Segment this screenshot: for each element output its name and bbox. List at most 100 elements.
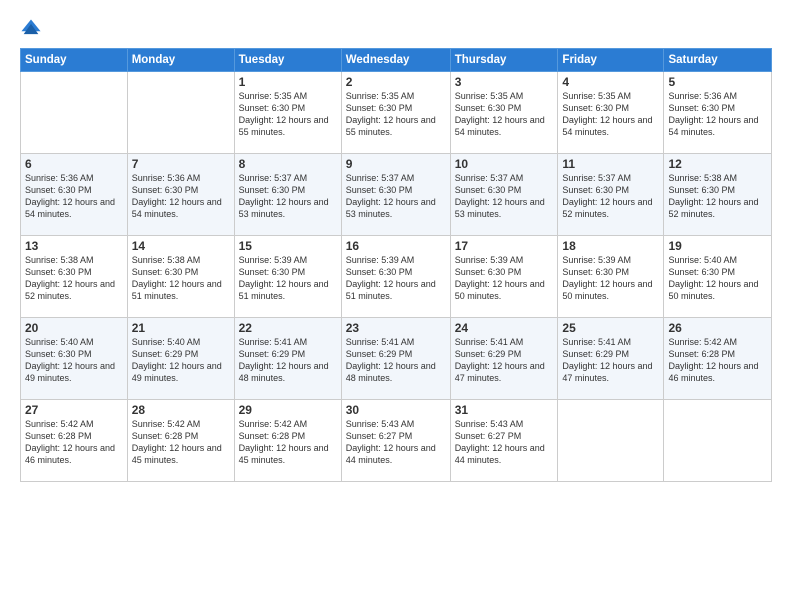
calendar-cell: 9 Sunrise: 5:37 AM Sunset: 6:30 PM Daylig…: [341, 154, 450, 236]
calendar-cell: 12 Sunrise: 5:38 AM Sunset: 6:30 PM Dayli…: [664, 154, 772, 236]
calendar-week-3: 13Sunrise: 5:38 AM Sunset: 6:30 PM Dayli…: [21, 236, 772, 318]
day-detail: Sunrise: 5:37 AM Sunset: 6:30 PM Dayligh…: [239, 173, 329, 219]
calendar-cell: 6 Sunrise: 5:36 AM Sunset: 6:30 PM Daylig…: [21, 154, 128, 236]
calendar-cell: 8Sunrise: 5:37 AM Sunset: 6:30 PM Daylig…: [234, 154, 341, 236]
day-detail: Sunrise: 5:38 AM Sunset: 6:30 PM Dayligh…: [668, 173, 758, 219]
calendar-cell: 7 Sunrise: 5:36 AM Sunset: 6:30 PM Daylig…: [127, 154, 234, 236]
day-detail: Sunrise: 5:42 AM Sunset: 6:28 PM Dayligh…: [668, 337, 758, 383]
calendar-cell: 15 Sunrise: 5:39 AM Sunset: 6:30 PM Dayli…: [234, 236, 341, 318]
day-detail: Sunrise: 5:36 AM Sunset: 6:30 PM Dayligh…: [668, 91, 758, 137]
day-detail: Sunrise: 5:41 AM Sunset: 6:29 PM Dayligh…: [562, 337, 652, 383]
calendar-cell: 1 Sunrise: 5:35 AM Sunset: 6:30 PM Daylig…: [234, 72, 341, 154]
day-number: 21: [132, 321, 230, 335]
day-number: 24: [455, 321, 554, 335]
calendar-cell: 26 Sunrise: 5:42 AM Sunset: 6:28 PM Dayli…: [664, 318, 772, 400]
day-detail: Sunrise: 5:35 AM Sunset: 6:30 PM Dayligh…: [239, 91, 329, 137]
calendar-cell: 16 Sunrise: 5:39 AM Sunset: 6:30 PM Dayli…: [341, 236, 450, 318]
day-detail: Sunrise: 5:39 AM Sunset: 6:30 PM Dayligh…: [562, 255, 652, 301]
day-detail: Sunrise: 5:41 AM Sunset: 6:29 PM Dayligh…: [346, 337, 436, 383]
calendar-table: SundayMondayTuesdayWednesdayThursdayFrid…: [20, 48, 772, 482]
day-detail: Sunrise: 5:36 AM Sunset: 6:30 PM Dayligh…: [25, 173, 115, 219]
calendar-cell: 23 Sunrise: 5:41 AM Sunset: 6:29 PM Dayli…: [341, 318, 450, 400]
day-detail: Sunrise: 5:40 AM Sunset: 6:30 PM Dayligh…: [25, 337, 115, 383]
day-detail: Sunrise: 5:40 AM Sunset: 6:30 PM Dayligh…: [668, 255, 758, 301]
day-detail: Sunrise: 5:39 AM Sunset: 6:30 PM Dayligh…: [455, 255, 545, 301]
day-detail: Sunrise: 5:41 AM Sunset: 6:29 PM Dayligh…: [455, 337, 545, 383]
day-number: 6: [25, 157, 123, 171]
day-detail: Sunrise: 5:39 AM Sunset: 6:30 PM Dayligh…: [346, 255, 436, 301]
day-number: 11: [562, 157, 659, 171]
day-detail: Sunrise: 5:41 AM Sunset: 6:29 PM Dayligh…: [239, 337, 329, 383]
calendar-week-2: 6 Sunrise: 5:36 AM Sunset: 6:30 PM Daylig…: [21, 154, 772, 236]
calendar-week-4: 20 Sunrise: 5:40 AM Sunset: 6:30 PM Dayli…: [21, 318, 772, 400]
day-detail: Sunrise: 5:35 AM Sunset: 6:30 PM Dayligh…: [562, 91, 652, 137]
calendar-cell: 28 Sunrise: 5:42 AM Sunset: 6:28 PM Dayli…: [127, 400, 234, 482]
day-number: 16: [346, 239, 446, 253]
day-detail: Sunrise: 5:42 AM Sunset: 6:28 PM Dayligh…: [25, 419, 115, 465]
weekday-header-monday: Monday: [127, 49, 234, 72]
calendar-cell: 22 Sunrise: 5:41 AM Sunset: 6:29 PM Dayli…: [234, 318, 341, 400]
calendar-cell: 13Sunrise: 5:38 AM Sunset: 6:30 PM Dayli…: [21, 236, 128, 318]
day-number: 7: [132, 157, 230, 171]
calendar-cell: 3 Sunrise: 5:35 AM Sunset: 6:30 PM Daylig…: [450, 72, 558, 154]
calendar-cell: 29Sunrise: 5:42 AM Sunset: 6:28 PM Dayli…: [234, 400, 341, 482]
day-detail: Sunrise: 5:37 AM Sunset: 6:30 PM Dayligh…: [562, 173, 652, 219]
calendar-cell: [664, 400, 772, 482]
calendar-cell: 18 Sunrise: 5:39 AM Sunset: 6:30 PM Dayli…: [558, 236, 664, 318]
calendar-cell: 19 Sunrise: 5:40 AM Sunset: 6:30 PM Dayli…: [664, 236, 772, 318]
day-detail: Sunrise: 5:35 AM Sunset: 6:30 PM Dayligh…: [346, 91, 436, 137]
calendar-cell: 25 Sunrise: 5:41 AM Sunset: 6:29 PM Dayli…: [558, 318, 664, 400]
day-number: 30: [346, 403, 446, 417]
day-number: 15: [239, 239, 337, 253]
day-number: 10: [455, 157, 554, 171]
calendar-cell: 10 Sunrise: 5:37 AM Sunset: 6:30 PM Dayli…: [450, 154, 558, 236]
weekday-header-thursday: Thursday: [450, 49, 558, 72]
calendar-cell: [558, 400, 664, 482]
day-number: 22: [239, 321, 337, 335]
day-number: 27: [25, 403, 123, 417]
day-number: 1: [239, 75, 337, 89]
page: SundayMondayTuesdayWednesdayThursdayFrid…: [0, 0, 792, 612]
day-number: 4: [562, 75, 659, 89]
calendar-cell: 14Sunrise: 5:38 AM Sunset: 6:30 PM Dayli…: [127, 236, 234, 318]
day-number: 20: [25, 321, 123, 335]
calendar-cell: 21 Sunrise: 5:40 AM Sunset: 6:29 PM Dayli…: [127, 318, 234, 400]
calendar-cell: [21, 72, 128, 154]
calendar-cell: 11 Sunrise: 5:37 AM Sunset: 6:30 PM Dayli…: [558, 154, 664, 236]
weekday-header-friday: Friday: [558, 49, 664, 72]
day-number: 26: [668, 321, 767, 335]
day-number: 19: [668, 239, 767, 253]
day-number: 28: [132, 403, 230, 417]
calendar-cell: 5 Sunrise: 5:36 AM Sunset: 6:30 PM Daylig…: [664, 72, 772, 154]
day-number: 18: [562, 239, 659, 253]
day-detail: Sunrise: 5:39 AM Sunset: 6:30 PM Dayligh…: [239, 255, 329, 301]
day-detail: Sunrise: 5:38 AM Sunset: 6:30 PM Dayligh…: [25, 255, 115, 301]
weekday-header-row: SundayMondayTuesdayWednesdayThursdayFrid…: [21, 49, 772, 72]
calendar-week-1: 1 Sunrise: 5:35 AM Sunset: 6:30 PM Daylig…: [21, 72, 772, 154]
day-detail: Sunrise: 5:40 AM Sunset: 6:29 PM Dayligh…: [132, 337, 222, 383]
day-number: 23: [346, 321, 446, 335]
weekday-header-tuesday: Tuesday: [234, 49, 341, 72]
calendar-week-5: 27 Sunrise: 5:42 AM Sunset: 6:28 PM Dayli…: [21, 400, 772, 482]
calendar-cell: 31 Sunrise: 5:43 AM Sunset: 6:27 PM Dayli…: [450, 400, 558, 482]
calendar-cell: [127, 72, 234, 154]
day-detail: Sunrise: 5:43 AM Sunset: 6:27 PM Dayligh…: [346, 419, 436, 465]
day-number: 12: [668, 157, 767, 171]
day-number: 9: [346, 157, 446, 171]
day-detail: Sunrise: 5:37 AM Sunset: 6:30 PM Dayligh…: [455, 173, 545, 219]
day-number: 5: [668, 75, 767, 89]
calendar-cell: 27 Sunrise: 5:42 AM Sunset: 6:28 PM Dayli…: [21, 400, 128, 482]
day-detail: Sunrise: 5:43 AM Sunset: 6:27 PM Dayligh…: [455, 419, 545, 465]
calendar-cell: 20 Sunrise: 5:40 AM Sunset: 6:30 PM Dayli…: [21, 318, 128, 400]
day-detail: Sunrise: 5:36 AM Sunset: 6:30 PM Dayligh…: [132, 173, 222, 219]
logo: [20, 18, 46, 40]
day-detail: Sunrise: 5:35 AM Sunset: 6:30 PM Dayligh…: [455, 91, 545, 137]
day-detail: Sunrise: 5:37 AM Sunset: 6:30 PM Dayligh…: [346, 173, 436, 219]
day-detail: Sunrise: 5:42 AM Sunset: 6:28 PM Dayligh…: [132, 419, 222, 465]
day-number: 25: [562, 321, 659, 335]
day-number: 14: [132, 239, 230, 253]
calendar-cell: 2Sunrise: 5:35 AM Sunset: 6:30 PM Daylig…: [341, 72, 450, 154]
day-number: 31: [455, 403, 554, 417]
day-number: 3: [455, 75, 554, 89]
day-number: 29: [239, 403, 337, 417]
